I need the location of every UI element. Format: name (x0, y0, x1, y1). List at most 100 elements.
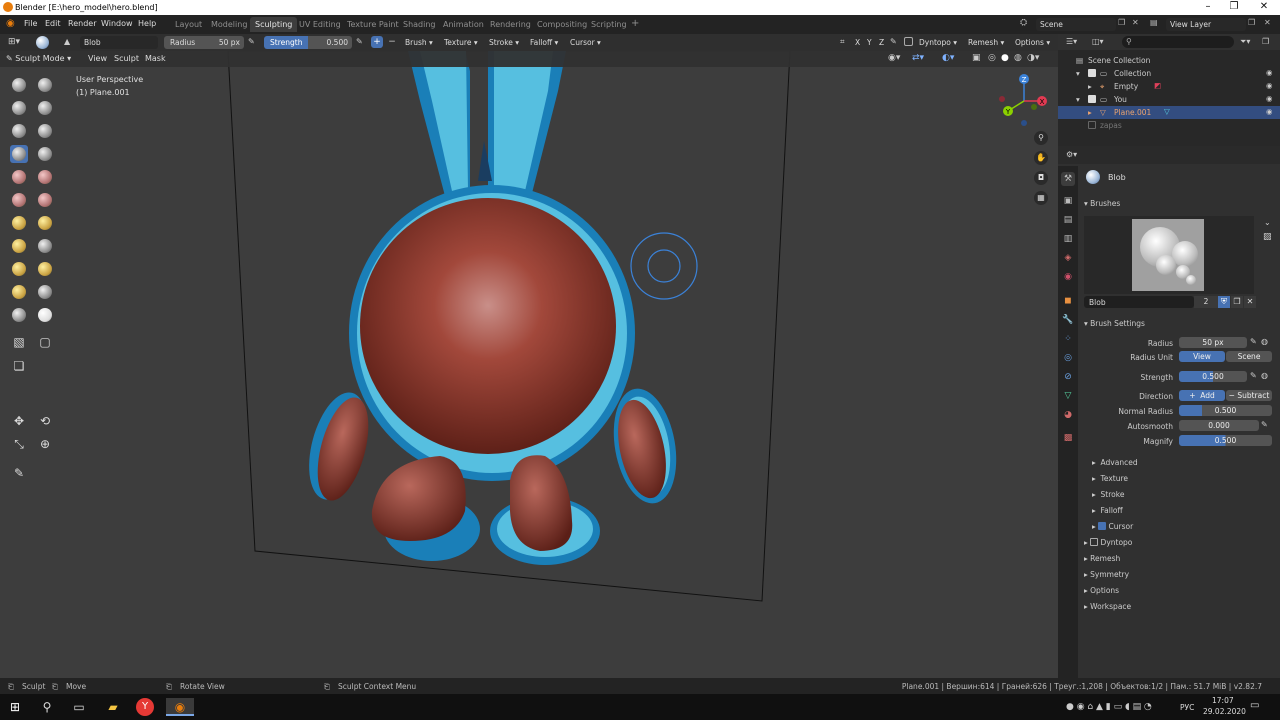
brush-preview-icon[interactable] (36, 36, 49, 49)
pose-brush-icon[interactable] (36, 260, 54, 278)
output-tab-icon[interactable]: ▤ (1061, 213, 1075, 227)
dyntopo-section[interactable]: ▸ Dyntopo (1084, 538, 1132, 547)
falloff-menu[interactable]: Falloff ▾ (527, 36, 561, 49)
outliner-editor-icon[interactable]: ☰▾ (1066, 37, 1077, 46)
rotate-brush-icon[interactable] (36, 283, 54, 301)
workspace-section[interactable]: ▸ Workspace (1084, 602, 1131, 611)
viewport-canvas[interactable] (0, 51, 1058, 678)
outliner-row[interactable]: ▤ Scene Collection (1058, 54, 1280, 67)
file-explorer-icon[interactable]: ▰ (104, 698, 122, 716)
brush-name-field[interactable]: Blob (80, 36, 158, 49)
unlink-brush-icon[interactable]: ✕ (1244, 296, 1256, 308)
box-mask-icon[interactable]: ▧ (10, 333, 28, 351)
rotate-tool-icon[interactable]: ⟲ (36, 412, 54, 430)
solid-shading-icon[interactable]: ● (1001, 53, 1009, 63)
visibility-eye-icon[interactable]: ◉ (1266, 81, 1273, 90)
options-section[interactable]: ▸ Options (1084, 586, 1119, 595)
nudge-brush-icon[interactable] (10, 283, 28, 301)
duplicate-brush-icon[interactable]: ❐ (1231, 296, 1243, 308)
autosmooth-field[interactable]: 0.000 (1179, 420, 1259, 431)
physics-tab-icon[interactable]: ◎ (1061, 351, 1075, 365)
visibility-icon[interactable]: ◉▾ (888, 53, 900, 63)
modifier-tab-icon[interactable]: 🔧 (1061, 313, 1075, 327)
brush-settings-section-header[interactable]: ▾ Brush Settings (1084, 319, 1145, 328)
3d-viewport[interactable]: ✎ Sculpt Mode ▾ View Sculpt Mask ◉▾ ⇄▾ ◐… (0, 51, 1058, 678)
strength-global-icon[interactable]: ◍ (1261, 371, 1268, 380)
menu-help[interactable]: Help (138, 19, 156, 28)
dyntopo-menu[interactable]: Dyntopo ▾ (916, 36, 960, 49)
stroke-subsection[interactable]: ▸ Stroke (1092, 490, 1124, 499)
tray-icons[interactable]: ● ◉ ⌂ ▲ ▮ ▭ ◖ ▤ ◔ (1066, 702, 1152, 712)
falloff-subsection[interactable]: ▸ Falloff (1092, 506, 1123, 515)
fill-brush-icon[interactable] (10, 191, 28, 209)
expand-icon[interactable]: ▸ (1088, 82, 1092, 91)
tab-modeling[interactable]: Modeling (206, 17, 252, 32)
properties-editor-icon[interactable]: ⚙▾ (1066, 150, 1077, 159)
inflate-brush-icon[interactable] (36, 122, 54, 140)
radius-global-icon[interactable]: ◍ (1261, 337, 1268, 346)
flatten-brush-icon[interactable] (36, 168, 54, 186)
navigation-gizmo[interactable]: Z Y X (994, 71, 1054, 131)
expand-icon[interactable]: ▾ (1076, 95, 1080, 104)
elastic-deform-brush-icon[interactable] (10, 237, 28, 255)
cursor-checkbox[interactable] (1098, 522, 1107, 530)
radius-pressure-icon[interactable]: ✎ (248, 37, 255, 46)
strength-pressure-icon[interactable]: ✎ (356, 37, 363, 46)
taskbar-search-icon[interactable]: ⚲ (38, 698, 56, 716)
scene-selector[interactable]: Scene (1036, 18, 1116, 31)
new-view-layer-icon[interactable]: ❐ (1248, 18, 1255, 27)
minimize-button[interactable]: – (1194, 1, 1222, 12)
symmetry-z-toggle[interactable]: Z (876, 36, 887, 49)
view-layer-tab-icon[interactable]: ▥ (1061, 232, 1075, 246)
task-view-icon[interactable]: ▭ (70, 698, 88, 716)
keyboard-language[interactable]: РУС (1180, 703, 1194, 712)
scale-tool-icon[interactable]: ⤡ (10, 435, 28, 453)
view-layer-selector[interactable]: View Layer (1166, 18, 1246, 31)
menu-window[interactable]: Window (101, 19, 133, 28)
pan-hand-icon[interactable]: ✋ (1034, 151, 1048, 165)
wireframe-shading-icon[interactable]: ◎ (988, 53, 996, 63)
blender-menu-icon[interactable]: ◉ (6, 18, 15, 29)
tab-animation[interactable]: Animation (438, 17, 489, 32)
xray-icon[interactable]: ▣ (972, 53, 981, 63)
mask-menu[interactable]: Mask (145, 54, 166, 63)
expand-icon[interactable]: ▾ (1076, 69, 1080, 78)
mesh-data-tab-icon[interactable]: ▽ (1061, 389, 1075, 403)
sculpt-menu[interactable]: Sculpt (114, 54, 139, 63)
snake-hook-brush-icon[interactable] (36, 237, 54, 255)
brush-list-expand-icon[interactable]: ⌄ (1264, 218, 1271, 227)
tab-uv-editing[interactable]: UV Editing (294, 17, 346, 32)
tab-sculpting[interactable]: Sculpting (250, 17, 298, 32)
smooth-brush-icon[interactable] (10, 168, 28, 186)
strength-field[interactable]: 0.500 (1179, 371, 1247, 382)
particles-tab-icon[interactable]: ⁘ (1061, 332, 1075, 346)
brush-name-input[interactable]: Blob (1084, 296, 1194, 308)
texture-subsection[interactable]: ▸ Texture (1092, 474, 1128, 483)
layer-brush-icon[interactable] (10, 122, 28, 140)
visibility-eye-icon[interactable]: ◉ (1266, 107, 1273, 116)
remesh-section[interactable]: ▸ Remesh (1084, 554, 1120, 563)
scene-tab-icon[interactable]: ◈ (1061, 251, 1075, 265)
tab-shading[interactable]: Shading (398, 17, 441, 32)
draw-sharp-brush-icon[interactable] (36, 76, 54, 94)
brush-preview-panel[interactable] (1084, 216, 1254, 294)
brush-menu[interactable]: Brush ▾ (402, 36, 436, 49)
outliner-row[interactable]: ▾ ▭ You ◉ (1058, 93, 1280, 106)
radius-field[interactable]: 50 px (1179, 337, 1247, 348)
view-menu[interactable]: View (88, 54, 107, 63)
magnify-field[interactable]: 0.500 (1179, 435, 1272, 446)
world-tab-icon[interactable]: ◉ (1061, 270, 1075, 284)
visibility-eye-icon[interactable]: ◉ (1266, 94, 1273, 103)
simplify-brush-icon[interactable] (10, 306, 28, 324)
camera-view-icon[interactable]: ◘ (1034, 171, 1048, 185)
editor-type-icon[interactable]: ⊞▾ (8, 37, 20, 47)
overlay-toggle-icon[interactable]: ◐▾ (942, 53, 954, 63)
crease-brush-icon[interactable] (36, 145, 54, 163)
brush-image-icon[interactable]: ▨ (1263, 232, 1272, 242)
mask-brush-icon[interactable] (36, 306, 54, 324)
remove-scene-icon[interactable]: ✕ (1132, 18, 1139, 27)
remove-view-layer-icon[interactable]: ✕ (1264, 18, 1271, 27)
outliner-row[interactable]: zapas (1058, 119, 1280, 132)
cursor-subsection[interactable]: ▸ Cursor (1092, 522, 1133, 531)
sculpt-mode-selector[interactable]: ✎ Sculpt Mode ▾ (6, 54, 71, 63)
